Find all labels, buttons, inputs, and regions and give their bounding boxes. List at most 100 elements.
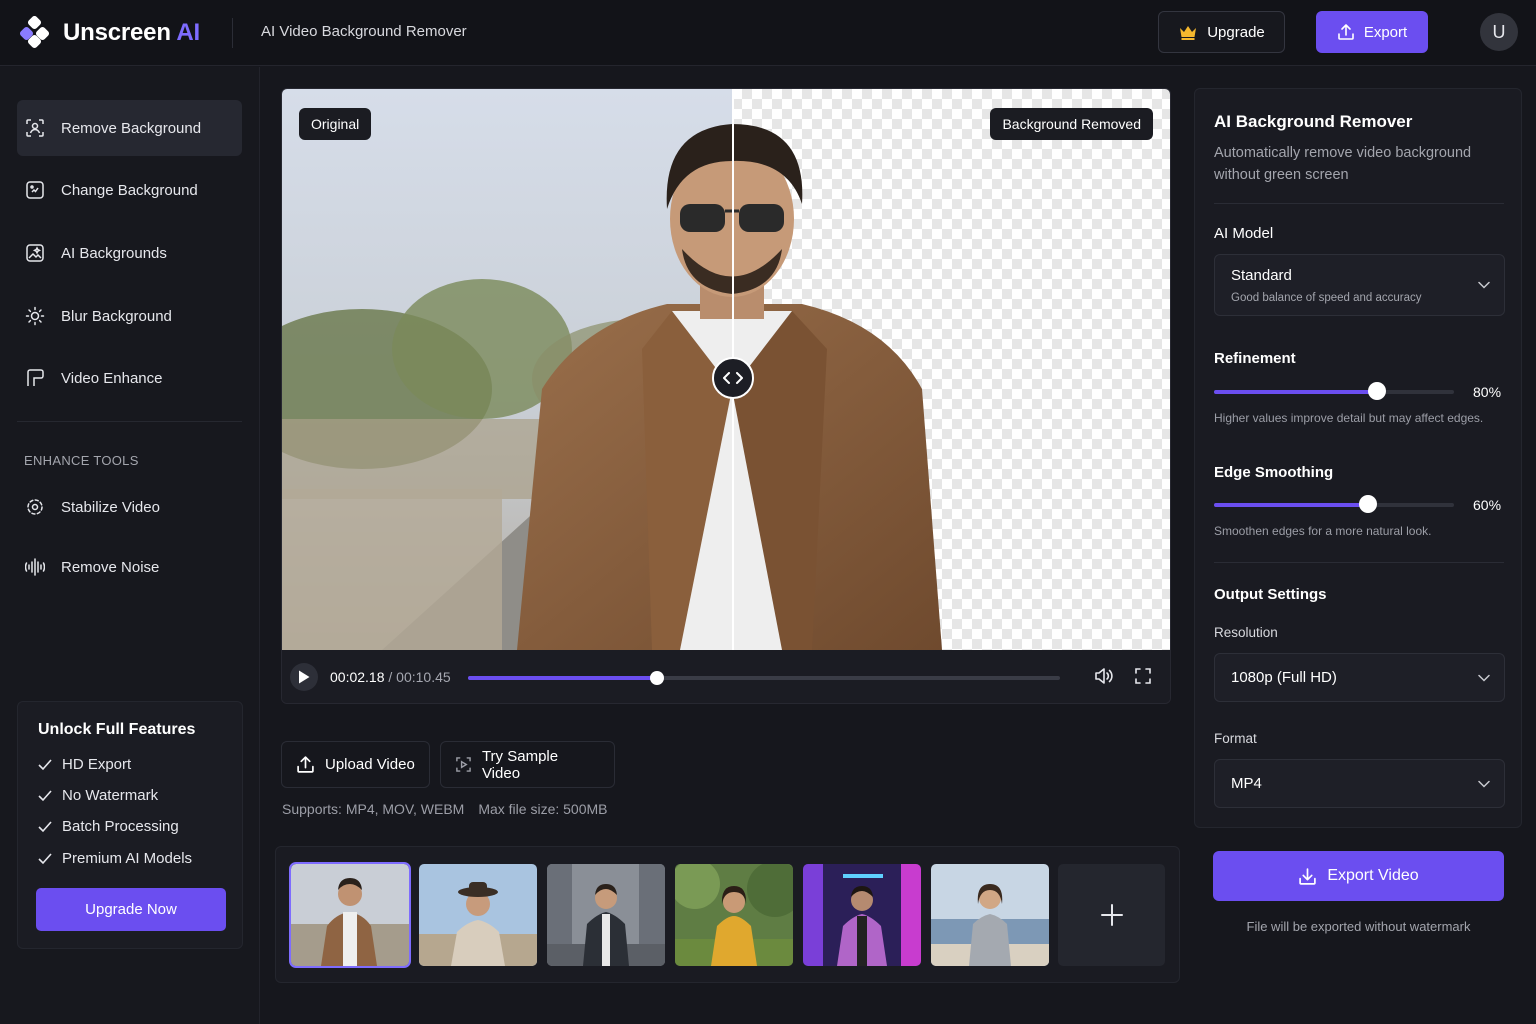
sidebar-item-remove-noise[interactable]: Remove Noise [17,539,242,595]
refinement-handle[interactable] [1368,382,1387,400]
volume-icon [1095,668,1113,684]
sidebar-item-label: AI Backgrounds [61,244,167,262]
download-icon [1299,867,1317,885]
check-icon [38,852,52,864]
sidebar-item-remove-background[interactable]: Remove Background [17,100,242,156]
thumbnail-6[interactable] [931,864,1049,966]
sidebar-item-label: Change Background [61,181,198,199]
noise-icon [25,557,45,577]
upload-icon [297,756,314,773]
remove-bg-icon [25,118,45,138]
top-bar: Unscreen AI AI Video Background Remover … [0,0,1536,66]
sidebar-item-video-enhance[interactable]: Video Enhance [17,350,242,406]
play-button[interactable] [290,663,318,691]
check-icon [38,820,52,832]
refinement-label: Refinement [1214,350,1296,367]
settings-panel: AI Background Remover Automatically remo… [1194,88,1522,828]
thumbnail-4[interactable] [675,864,793,966]
ai-model-value: Standard [1231,267,1292,284]
unlock-card: Unlock Full Features HD Export No Waterm… [17,701,243,949]
export-label: Export [1363,23,1408,41]
thumbnail-5[interactable] [803,864,921,966]
thumbnail-2[interactable] [419,864,537,966]
upgrade-now-button[interactable]: Upgrade Now [36,888,226,931]
thumbnail-3[interactable] [547,864,665,966]
chevron-down-icon [1478,780,1490,788]
seek-bar[interactable] [468,671,1060,685]
volume-button[interactable] [1094,667,1114,685]
try-sample-video-button[interactable]: Try Sample Video [440,741,615,788]
export-button[interactable]: Export [1316,11,1428,53]
chevron-down-icon [1478,674,1490,682]
panel-divider [1214,562,1504,563]
ai-model-select[interactable]: Standard Good balance of speed and accur… [1214,254,1505,316]
enhance-icon [25,368,45,388]
max-file-size: Max file size: 500MB [478,801,608,817]
video-frame[interactable]: Original Background Removed [282,89,1170,650]
sidebar-item-change-background[interactable]: Change Background [17,162,242,218]
sidebar-section-title: ENHANCE TOOLS [24,453,139,468]
blur-icon [25,306,45,326]
feature-item: Batch Processing [38,818,179,835]
plus-icon [1100,904,1123,926]
supported-formats: Supports: MP4, MOV, WEBM Max file size: … [282,801,608,817]
background-removed-label: Background Removed [990,108,1153,140]
sidebar: Remove Background Change Background AI B… [0,67,260,1024]
time-display: 00:02.18 / 00:10.45 [330,669,451,685]
refinement-value: 80% [1473,384,1502,400]
upgrade-button[interactable]: Upgrade [1158,11,1285,53]
upload-icon [1338,24,1354,40]
sidebar-item-blur-background[interactable]: Blur Background [17,288,242,344]
change-bg-icon [25,180,45,200]
refinement-slider[interactable] [1214,382,1454,400]
supported-formats-text: Supports: MP4, MOV, WEBM [282,801,465,817]
sidebar-item-label: Video Enhance [61,369,163,387]
upload-video-button[interactable]: Upload Video [281,741,430,788]
video-preview: Original Background Removed 00:02.18 / 0… [281,88,1171,704]
format-select[interactable]: MP4 [1214,759,1505,808]
edge-smoothing-label: Edge Smoothing [1214,464,1334,481]
crown-icon [1180,26,1197,40]
upgrade-label: Upgrade [1207,23,1265,41]
sidebar-item-ai-backgrounds[interactable]: AI Backgrounds [17,225,242,281]
sidebar-item-stabilize-video[interactable]: Stabilize Video [17,479,242,535]
export-video-button[interactable]: Export Video [1213,851,1504,901]
edge-smoothing-fill [1214,503,1369,507]
fullscreen-button[interactable] [1134,667,1152,685]
sample-video-icon [456,757,471,772]
fullscreen-icon [1135,668,1151,684]
sidebar-divider [17,421,242,422]
check-icon [38,758,52,770]
edge-smoothing-slider[interactable] [1214,495,1454,513]
thumbnail-1[interactable] [289,862,411,968]
edge-smoothing-handle[interactable] [1359,495,1378,513]
logo-text: Unscreen AI [63,18,200,46]
panel-title: AI Background Remover [1214,112,1413,131]
compare-slider-handle[interactable] [712,357,754,399]
feature-item: HD Export [38,756,131,773]
unlock-title: Unlock Full Features [38,721,196,738]
resolution-select[interactable]: 1080p (Full HD) [1214,653,1505,702]
feature-item: Premium AI Models [38,850,192,867]
feature-item: No Watermark [38,787,158,804]
logo[interactable]: Unscreen AI [18,16,200,49]
add-video-button[interactable] [1058,864,1165,966]
seek-handle[interactable] [650,671,665,685]
avatar[interactable]: U [1480,13,1518,51]
original-label: Original [299,108,372,140]
resolution-value: 1080p (Full HD) [1231,669,1337,686]
page-title: AI Video Background Remover [261,23,467,40]
refinement-fill [1214,390,1378,394]
edge-smoothing-value: 60% [1473,497,1502,513]
resolution-label: Resolution [1214,625,1278,640]
ai-model-label: AI Model [1214,225,1274,242]
sidebar-item-label: Blur Background [61,307,172,325]
header-divider [232,18,233,48]
seek-progress [468,676,658,680]
panel-divider [1214,203,1504,204]
chevron-down-icon [1478,281,1490,289]
video-controls: 00:02.18 / 00:10.45 [282,650,1170,703]
ai-model-description: Good balance of speed and accuracy [1231,292,1422,304]
refinement-hint: Higher values improve detail but may aff… [1214,411,1484,425]
check-icon [38,789,52,801]
